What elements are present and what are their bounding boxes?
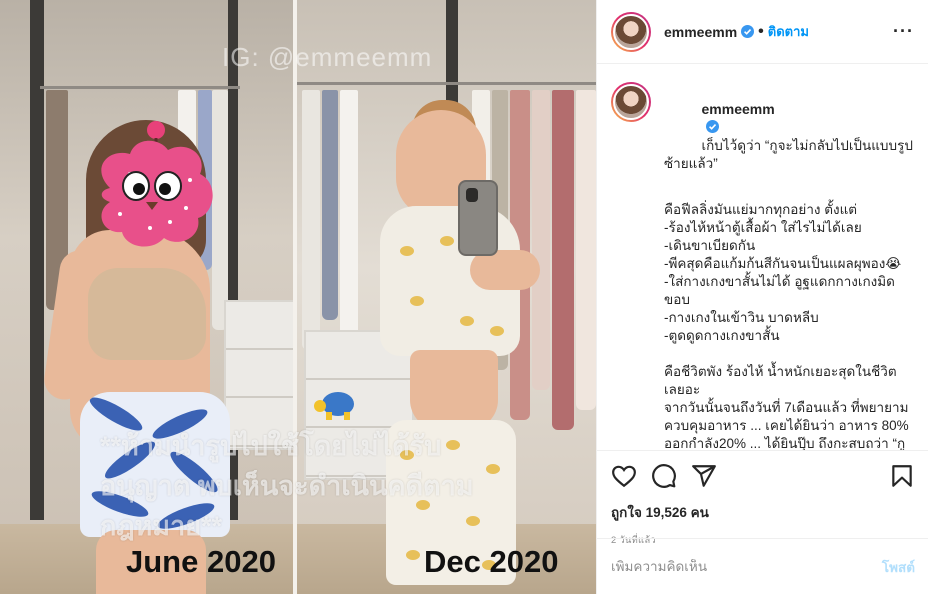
header-username[interactable]: emmeemm	[664, 24, 737, 40]
caption-body: คือฟีลลิ่งมันแย่มากทุกอย่าง ตั้งแต่ -ร้อ…	[664, 201, 914, 450]
caption-first-line: เก็บไว้ดูว่า “กูจะไม่กลับไปเป็นแบบรูปซ้า…	[664, 138, 913, 171]
cartoon-face-sticker	[101, 121, 213, 247]
smartphone	[458, 180, 498, 256]
caption-after-date: Dec 2020	[424, 544, 559, 579]
caption-username[interactable]: emmeemm	[702, 101, 775, 117]
caption-line: -ร้องไห้หน้าตู้เสื้อผ้า ใส่ไรไม่ได้เลย	[664, 220, 862, 235]
post-actions: ถูกใจ 19,526 คน 2 วันที่แล้ว	[597, 450, 928, 548]
sports-bra	[88, 268, 206, 360]
copyright-notice-overlay: **ห้ามนำรูปไปใช้โดยไม่ได้รับอนุญาต พบเห็…	[100, 431, 474, 541]
caption-line: คือชีวิตพัง ร้องไห้ น้ำหนักเยอะสุดในชีวิ…	[664, 364, 897, 397]
avatar[interactable]	[611, 11, 651, 52]
action-icons	[611, 461, 915, 491]
turtle-toy	[314, 392, 354, 420]
share-icon[interactable]	[691, 463, 717, 489]
caption-avatar[interactable]	[611, 82, 651, 122]
caption-line: -ใส่กางเกงขาสั้นไม่ได้ อูฐแดกกางเกงมิดขอ…	[664, 274, 895, 307]
comment-box: โพสต์	[597, 538, 928, 594]
caption-line	[664, 345, 914, 363]
caption-line: -เดินขาเบียดกัน	[664, 238, 756, 253]
caption-line: คือฟีลลิ่งมันแย่มากทุกอย่าง ตั้งแต่	[664, 202, 858, 217]
verified-badge-icon	[741, 25, 755, 38]
caption-line: -พีคสุดคือแก้มก้นสีกันจนเป็นแผลผุพอง😭	[664, 256, 902, 271]
header-separator: •	[758, 22, 764, 40]
caption-before-date: June 2020	[126, 544, 276, 579]
post-sidebar: emmeemm • ติดตาม ··· emmeemm เก็บไว้ดูว่…	[596, 0, 928, 594]
photo-watermark: IG: @emmeemm	[222, 42, 433, 72]
more-options-icon[interactable]: ···	[893, 21, 914, 42]
post-photo[interactable]: IG: @emmeemm **ห้ามนำรูปไปใช้โดยไม่ได้รั…	[0, 0, 596, 594]
caption-line: -กางเกงในเข้าวิน บาดหลีบ	[664, 310, 819, 325]
caption-line: -ตูดดูดกางเกงขาสั้น	[664, 328, 780, 343]
likes-count[interactable]: ถูกใจ 19,526 คน	[611, 501, 915, 523]
bookmark-icon[interactable]	[889, 463, 915, 489]
caption-text: emmeemm เก็บไว้ดูว่า “กูจะไม่กลับไปเป็นแ…	[664, 82, 914, 450]
instagram-post-view: IG: @emmeemm **ห้ามนำรูปไปใช้โดยไม่ได้รั…	[0, 0, 928, 594]
person-arm-after	[470, 250, 540, 290]
comment-input[interactable]	[611, 559, 882, 574]
person-torso-after	[410, 350, 498, 430]
post-caption: emmeemm เก็บไว้ดูว่า “กูจะไม่กลับไปเป็นแ…	[597, 64, 928, 450]
follow-button[interactable]: ติดตาม	[768, 21, 809, 42]
caption-line: จากวันนั้นจนถึงวันที่ 7เดือนแล้ว ที่พยาย…	[664, 400, 909, 450]
comment-icon[interactable]	[651, 463, 677, 489]
post-header: emmeemm • ติดตาม ···	[597, 0, 928, 64]
verified-badge-icon	[705, 120, 719, 133]
post-comment-button[interactable]: โพสต์	[882, 556, 915, 578]
heart-icon[interactable]	[611, 463, 637, 489]
